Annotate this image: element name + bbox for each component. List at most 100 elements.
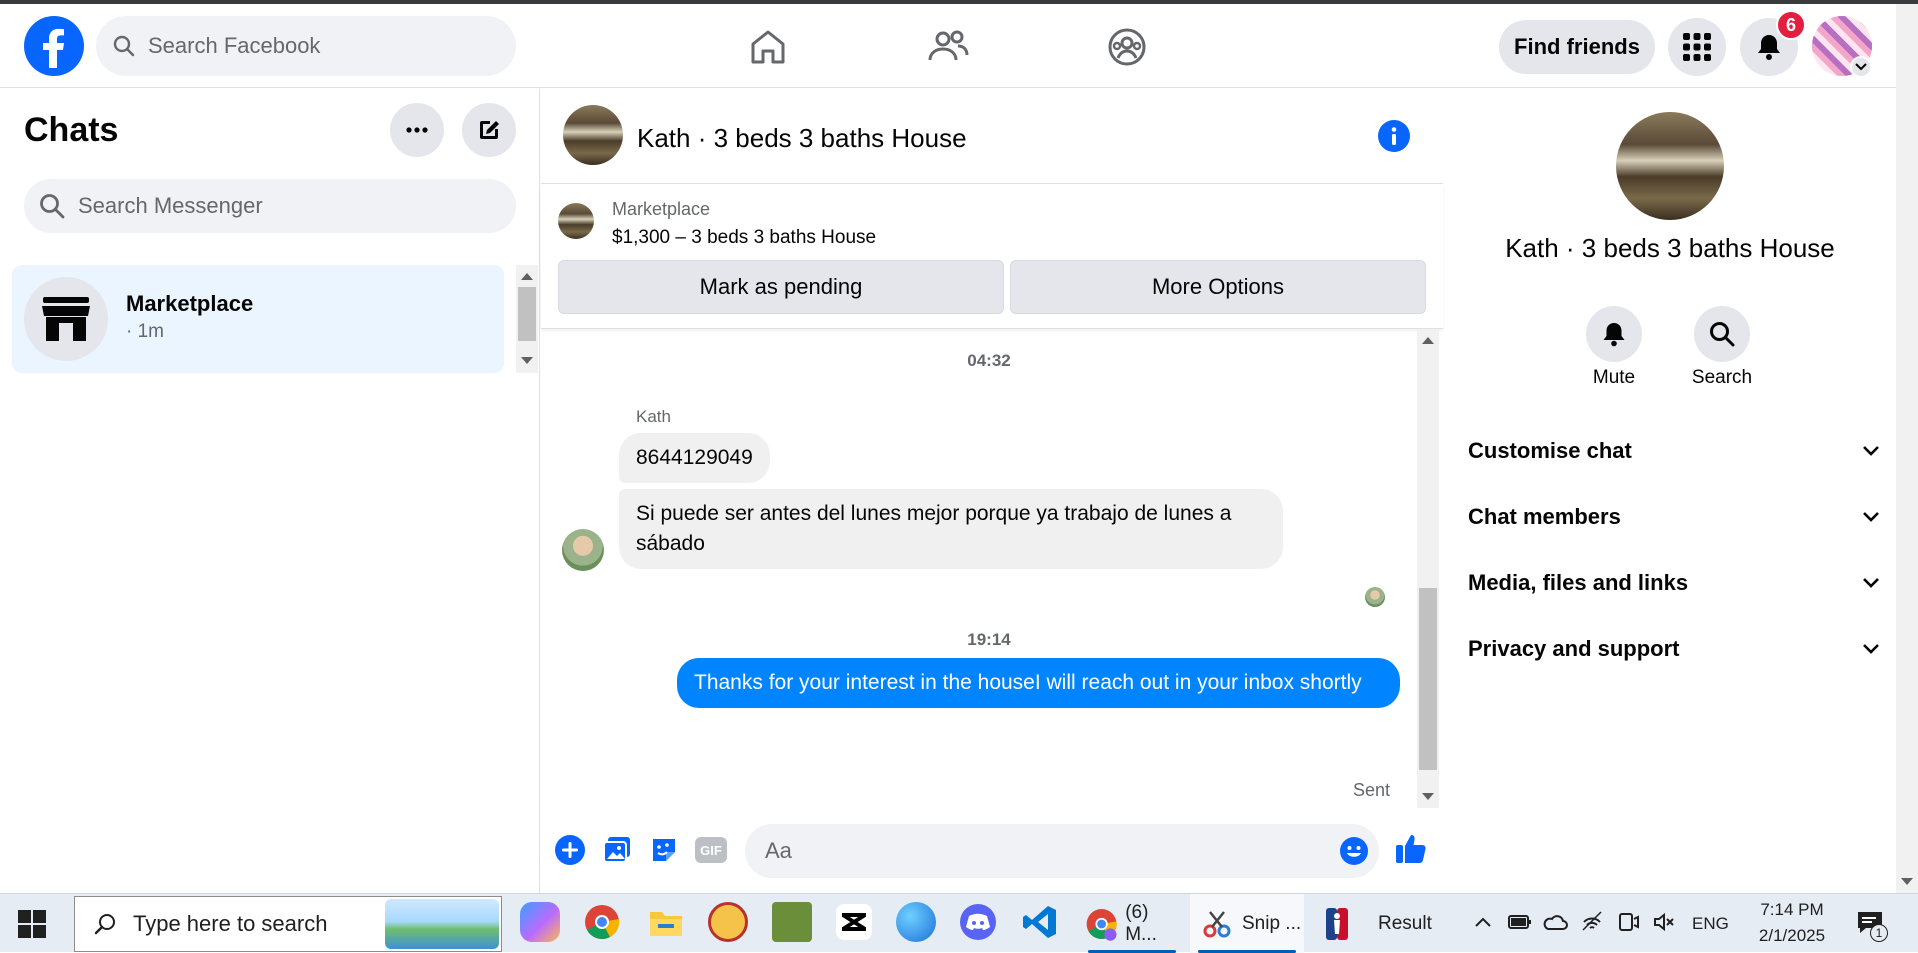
mute-button[interactable] bbox=[1586, 306, 1642, 362]
chats-scrollbar[interactable] bbox=[516, 265, 538, 373]
find-friends-button[interactable]: Find friends bbox=[1499, 20, 1655, 74]
message-input-field[interactable] bbox=[745, 824, 1379, 878]
taskbar-search[interactable] bbox=[74, 896, 502, 952]
snipping-tool-icon bbox=[1203, 910, 1231, 937]
chevron-down-icon bbox=[1863, 644, 1879, 654]
scrollbar-thumb[interactable] bbox=[1419, 588, 1437, 770]
groups-icon[interactable] bbox=[1104, 24, 1150, 70]
conversation-avatar bbox=[24, 277, 108, 361]
conversation-list-item[interactable]: Marketplace · 1m bbox=[12, 265, 504, 373]
message-input[interactable] bbox=[765, 824, 1305, 878]
plus-icon[interactable] bbox=[554, 834, 586, 866]
incoming-message[interactable]: 8644129049 bbox=[619, 433, 770, 483]
taskbar-window-label: (6) M... bbox=[1125, 901, 1157, 945]
taskbar-window-result[interactable]: Result bbox=[1326, 894, 1436, 953]
storefront-icon bbox=[42, 297, 90, 341]
search-icon bbox=[94, 914, 115, 935]
mark-as-pending-button[interactable]: Mark as pending bbox=[558, 260, 1004, 314]
more-horizontal-icon bbox=[406, 127, 428, 133]
wifi-icon[interactable] bbox=[1580, 910, 1604, 934]
conversation-name: Marketplace bbox=[126, 291, 254, 316]
clock-date[interactable]: 2/1/2025 bbox=[1746, 926, 1838, 946]
message-thread: 04:32 Kath 8644129049 Si puede ser antes… bbox=[541, 330, 1443, 808]
conversation-info-panel: Kath · 3 beds 3 baths House Mute Search … bbox=[1444, 89, 1896, 893]
taskbar-window-snip[interactable]: Snip ... bbox=[1190, 894, 1304, 953]
seen-indicator-avatar bbox=[1365, 587, 1385, 607]
media-files-links-section[interactable]: Media, files and links bbox=[1468, 563, 1880, 603]
nba-icon bbox=[1326, 907, 1348, 940]
discord-icon[interactable] bbox=[958, 902, 998, 942]
vscode-icon[interactable] bbox=[1020, 902, 1060, 942]
chats-sidebar: Chats Marketplace · 1m bbox=[0, 89, 540, 893]
section-label: Privacy and support bbox=[1468, 636, 1680, 661]
more-options-button[interactable]: More Options bbox=[1010, 260, 1426, 314]
thumbs-up-icon[interactable] bbox=[1393, 830, 1429, 866]
battery-icon[interactable] bbox=[1508, 912, 1532, 932]
browser-icon[interactable] bbox=[896, 902, 936, 942]
volume-muted-icon[interactable] bbox=[1652, 910, 1676, 934]
chevron-down-icon bbox=[1863, 446, 1879, 456]
listing-profile-image[interactable] bbox=[1616, 112, 1724, 220]
home-icon[interactable] bbox=[745, 24, 791, 70]
thread-scrollbar[interactable] bbox=[1417, 330, 1439, 808]
taskbar-search-input[interactable] bbox=[133, 897, 373, 951]
device-icon[interactable] bbox=[1616, 910, 1640, 934]
taskbar-window-chrome[interactable]: (6) M... bbox=[1080, 894, 1184, 953]
conversation-title[interactable]: Kath · 3 beds 3 baths House bbox=[637, 123, 967, 154]
chevron-down-icon[interactable] bbox=[1850, 56, 1872, 78]
windows-taskbar: (6) M... Snip ... Result ENG 7:14 PM 2/1… bbox=[0, 893, 1918, 953]
listing-title[interactable]: $1,300 – 3 beds 3 baths House bbox=[612, 227, 876, 249]
page-scrollbar[interactable] bbox=[1896, 4, 1918, 893]
chats-options-button[interactable] bbox=[390, 103, 444, 157]
language-indicator[interactable]: ENG bbox=[1692, 914, 1729, 934]
info-icon[interactable] bbox=[1378, 120, 1410, 152]
section-label: Media, files and links bbox=[1468, 570, 1689, 595]
emoji-icon[interactable] bbox=[1339, 836, 1369, 866]
facebook-search[interactable] bbox=[96, 16, 516, 76]
chat-members-section[interactable]: Chat members bbox=[1468, 497, 1880, 537]
chrome-icon bbox=[1086, 908, 1117, 941]
outgoing-message[interactable]: Thanks for your interest in the houseI w… bbox=[677, 658, 1400, 708]
clock-time[interactable]: 7:14 PM bbox=[1752, 900, 1832, 920]
messenger-search-input[interactable] bbox=[78, 179, 498, 233]
message-composer: GIF bbox=[541, 808, 1443, 893]
minecraft-icon[interactable] bbox=[772, 902, 812, 942]
copilot-icon[interactable] bbox=[520, 902, 560, 942]
listing-source: Marketplace bbox=[612, 199, 711, 219]
conversation-panel: Kath · 3 beds 3 baths House Marketplace … bbox=[541, 89, 1443, 893]
facebook-logo-icon[interactable] bbox=[24, 16, 84, 76]
photo-icon[interactable] bbox=[601, 834, 633, 866]
gif-icon[interactable]: GIF bbox=[695, 837, 727, 863]
sticker-icon[interactable] bbox=[648, 834, 680, 866]
m-app-icon[interactable] bbox=[708, 902, 748, 942]
conversation-time: · 1m bbox=[126, 321, 164, 342]
chrome-icon[interactable] bbox=[582, 902, 622, 942]
compose-icon bbox=[480, 121, 499, 139]
file-explorer-icon[interactable] bbox=[646, 902, 686, 942]
incoming-message[interactable]: Si puede ser antes del lunes mejor porqu… bbox=[619, 489, 1283, 569]
message-timestamp: 04:32 bbox=[967, 351, 1011, 370]
facebook-search-input[interactable] bbox=[148, 16, 498, 76]
new-message-button[interactable] bbox=[462, 103, 516, 157]
search-icon bbox=[113, 35, 135, 57]
sender-avatar[interactable] bbox=[562, 529, 604, 571]
section-label: Chat members bbox=[1468, 504, 1621, 529]
menu-button[interactable] bbox=[1668, 18, 1726, 76]
friends-icon[interactable] bbox=[925, 24, 971, 70]
windows-start-icon[interactable] bbox=[18, 910, 46, 938]
onedrive-icon[interactable] bbox=[1542, 912, 1568, 932]
conversation-header: Kath · 3 beds 3 baths House bbox=[541, 89, 1443, 184]
listing-image[interactable] bbox=[558, 203, 594, 239]
chevron-up-icon[interactable] bbox=[1474, 916, 1492, 928]
scrollbar-thumb[interactable] bbox=[518, 287, 536, 341]
messenger-search[interactable] bbox=[24, 179, 516, 233]
privacy-support-section[interactable]: Privacy and support bbox=[1468, 629, 1880, 669]
marketplace-listing-banner: Marketplace $1,300 – 3 beds 3 baths Hous… bbox=[541, 185, 1443, 329]
taskbar-window-label: Result bbox=[1378, 912, 1432, 934]
capcut-icon[interactable] bbox=[834, 902, 874, 942]
listing-thumbnail[interactable] bbox=[563, 105, 623, 165]
customise-chat-section[interactable]: Customise chat bbox=[1468, 431, 1880, 471]
notification-count-badge: 1 bbox=[1870, 924, 1888, 942]
search-in-conversation-button[interactable] bbox=[1694, 306, 1750, 362]
mute-label: Mute bbox=[1592, 367, 1636, 388]
